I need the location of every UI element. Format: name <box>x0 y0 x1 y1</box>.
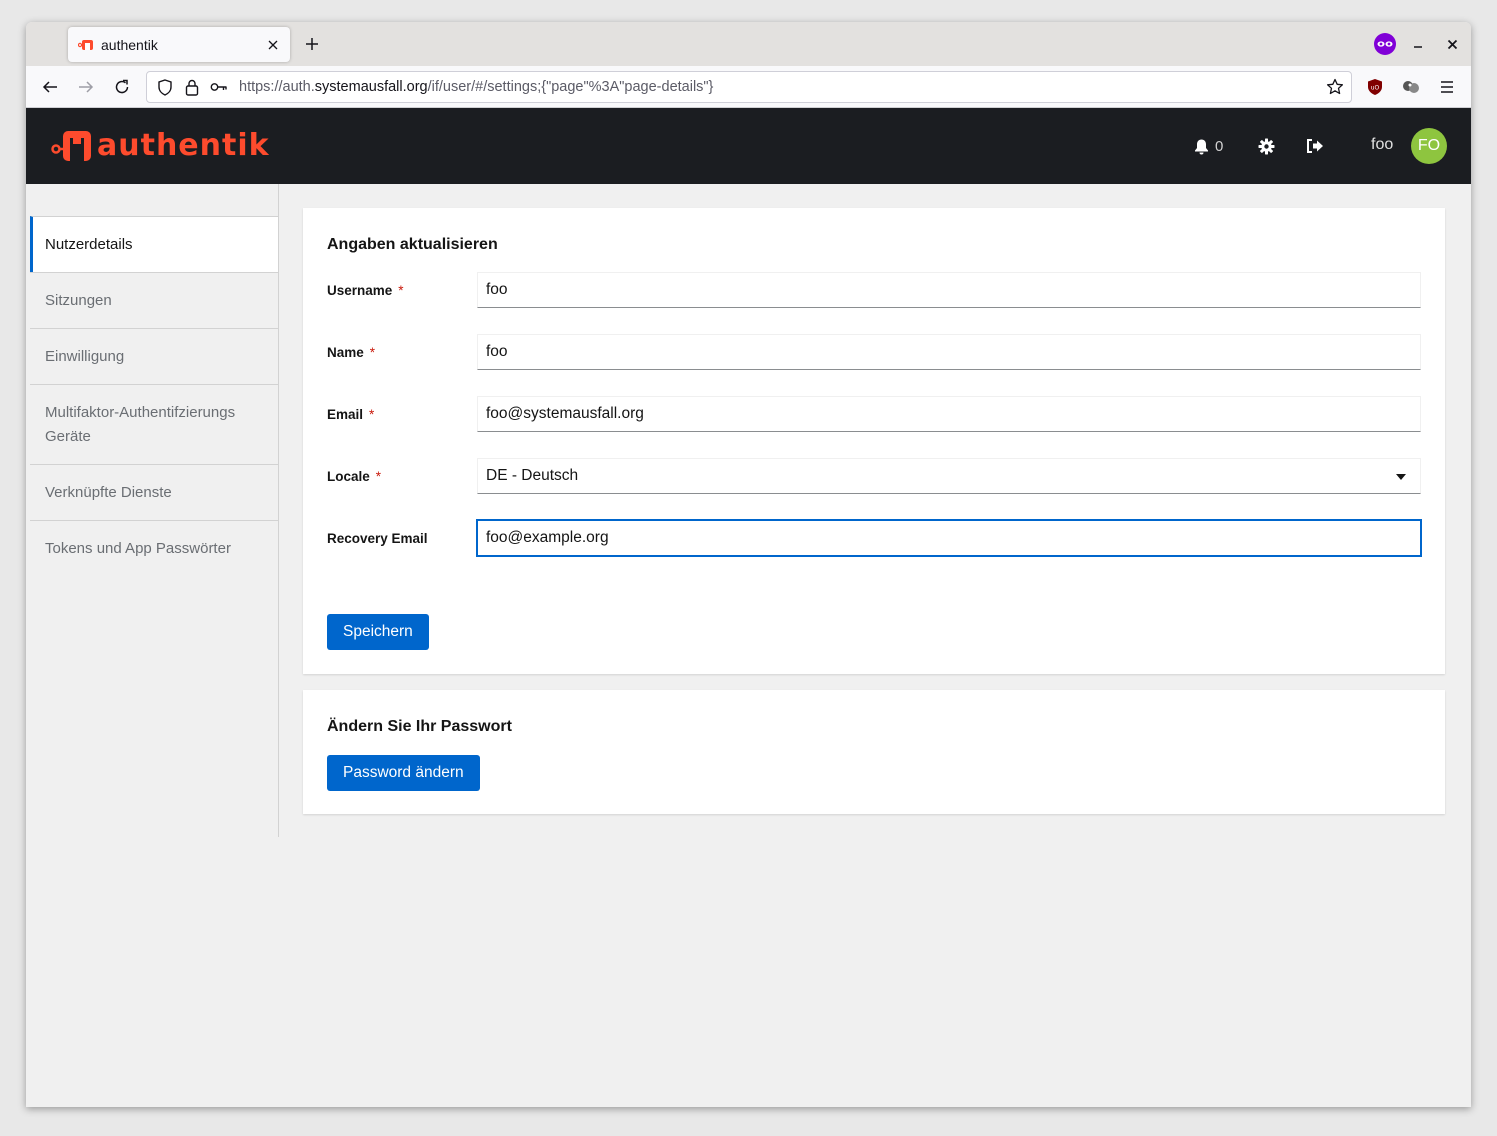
browser-tab[interactable]: authentik <box>68 27 290 62</box>
reload-icon[interactable] <box>110 75 134 99</box>
locale-select[interactable]: DE - Deutsch <box>477 458 1421 494</box>
sidebar-item-label: Sitzungen <box>45 291 112 309</box>
bookmark-star-icon[interactable] <box>1325 77 1345 97</box>
sidebar-item-connected-services[interactable]: Verknüpfte Dienste <box>30 464 278 520</box>
tab-strip: authentik <box>26 22 1471 66</box>
authentik-logo[interactable]: authentik <box>51 128 270 163</box>
settings-sidebar: Nutzerdetails Sitzungen Einwilligung Mul… <box>26 184 279 837</box>
forward-arrow-icon[interactable] <box>74 75 98 99</box>
close-tab-icon[interactable] <box>264 36 282 54</box>
browser-window: authentik https://auth.systemausfall.org… <box>26 22 1471 1107</box>
sidebar-item-label: Einwilligung <box>45 347 125 365</box>
authentik-favicon-icon <box>78 39 93 50</box>
change-password-card: Ändern Sie Ihr Passwort Password ändern <box>303 690 1445 814</box>
save-button[interactable]: Speichern <box>327 614 429 650</box>
notifications-button[interactable]: 0 <box>1194 136 1223 156</box>
email-input[interactable]: foo@systemausfall.org <box>477 396 1421 432</box>
change-password-button[interactable]: Password ändern <box>327 755 480 791</box>
sidebar-item-sessions[interactable]: Sitzungen <box>30 272 278 328</box>
sidebar-item-mfa-devices[interactable]: Multifaktor-Authentifzierungs Geräte <box>30 384 278 464</box>
username-input[interactable]: foo <box>477 272 1421 308</box>
app-header: authentik 0 foo FO <box>26 108 1471 184</box>
sidebar-item-label: Nutzerdetails <box>45 235 133 253</box>
name-input[interactable]: foo <box>477 334 1421 370</box>
minimize-window-icon[interactable] <box>1406 32 1430 56</box>
notification-count: 0 <box>1215 137 1224 155</box>
caret-down-icon <box>1396 474 1406 480</box>
sidebar-item-label: Multifaktor-Authentifzierungs Geräte <box>45 403 236 445</box>
name-label: Name * <box>327 345 376 360</box>
locale-label: Locale * <box>327 469 382 484</box>
card-title: Angaben aktualisieren <box>327 236 498 253</box>
settings-gear-icon[interactable] <box>1258 136 1275 156</box>
recovery-email-label: Recovery Email <box>327 531 428 546</box>
header-username[interactable]: foo <box>1371 136 1393 154</box>
avatar[interactable]: FO <box>1411 128 1447 164</box>
bell-icon <box>1195 139 1208 154</box>
authentik-logo-icon <box>51 130 91 161</box>
lock-icon[interactable] <box>182 77 202 97</box>
hamburger-menu-icon[interactable] <box>1435 75 1459 99</box>
close-window-icon[interactable] <box>1440 32 1464 56</box>
sidebar-item-label: Verknüpfte Dienste <box>45 483 172 501</box>
sidebar-item-consent[interactable]: Einwilligung <box>30 328 278 384</box>
locale-selected-value: DE - Deutsch <box>486 467 579 484</box>
url-text: https://auth.systemausfall.org/if/user/#… <box>239 79 714 95</box>
key-icon[interactable] <box>209 77 229 97</box>
new-tab-icon[interactable] <box>302 34 322 54</box>
navigation-toolbar: https://auth.systemausfall.org/if/user/#… <box>26 66 1471 108</box>
username-label: Username * <box>327 283 404 298</box>
tab-title: authentik <box>101 36 158 53</box>
address-bar[interactable]: https://auth.systemausfall.org/if/user/#… <box>146 71 1352 103</box>
user-details-card: Angaben aktualisieren Username * foo Name… <box>303 208 1445 674</box>
email-label: Email * <box>327 407 375 422</box>
sidebar-item-user-details[interactable]: Nutzerdetails <box>30 216 278 272</box>
shield-icon[interactable] <box>155 77 175 97</box>
sidebar-item-tokens[interactable]: Tokens und App Passwörter <box>30 520 278 576</box>
logout-icon[interactable] <box>1306 136 1324 156</box>
ublock-shield-icon[interactable]: uO <box>1363 75 1387 99</box>
sidebar-item-label: Tokens und App Passwörter <box>45 539 231 557</box>
private-browsing-icon <box>1373 32 1397 56</box>
card-title: Ändern Sie Ihr Passwort <box>327 718 512 735</box>
extension-icon[interactable] <box>1399 75 1423 99</box>
svg-text:uO: uO <box>1371 85 1380 92</box>
brand-name: authentik <box>97 128 270 163</box>
back-arrow-icon[interactable] <box>38 75 62 99</box>
recovery-email-input[interactable]: foo@example.org <box>476 519 1422 557</box>
